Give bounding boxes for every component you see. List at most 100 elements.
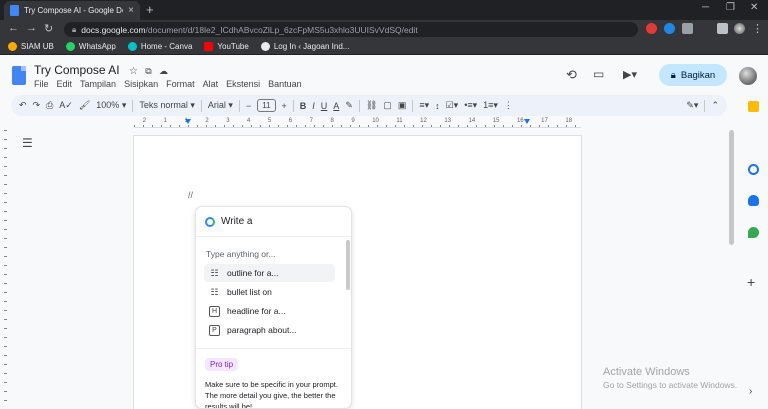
more-icon[interactable]: ⋮ (504, 100, 513, 111)
image-icon[interactable]: ▣ (398, 100, 407, 111)
comment-icon[interactable]: ▢ (383, 100, 392, 111)
lock-icon: 🔒︎ (72, 24, 77, 34)
add-addon-icon[interactable]: + (747, 274, 755, 290)
spellcheck-icon[interactable]: A✓ (59, 100, 73, 111)
collapse-icon[interactable]: ⌃ (711, 100, 719, 111)
minimize-icon[interactable]: ─ (702, 2, 709, 13)
browser-menu-icon[interactable]: ⋮ (752, 22, 763, 35)
menu-format[interactable]: Format (166, 79, 195, 89)
profile-avatar-icon[interactable] (734, 23, 745, 34)
outline-list-icon[interactable]: ☰ (22, 136, 33, 150)
editing-mode-icon[interactable]: ✎▾ (686, 100, 698, 111)
bookmark-youtube[interactable]: YouTube (204, 42, 249, 51)
back-icon[interactable]: ← (8, 22, 19, 34)
extension-red-icon[interactable] (646, 23, 657, 34)
bullet-list-icon: ☷ (210, 286, 219, 297)
menu-bantuan[interactable]: Bantuan (268, 79, 302, 89)
account-avatar[interactable] (739, 67, 757, 85)
cloud-status-icon: ☁ (159, 66, 169, 76)
extension-blue-icon[interactable] (664, 23, 675, 34)
bookmark-siam-ub[interactable]: SIAM UB (8, 42, 54, 51)
tab-close-icon[interactable]: × (128, 5, 134, 16)
italic-icon[interactable]: I (312, 101, 315, 111)
highlight-icon[interactable]: ✎ (345, 100, 353, 111)
numbered-list-icon[interactable]: 1≡▾ (483, 100, 498, 111)
text-color-icon[interactable]: A (333, 101, 339, 111)
redo-icon[interactable]: ↷ (33, 100, 41, 111)
ruler-number: 4 (247, 118, 251, 124)
divider (358, 99, 360, 112)
protip-badge: Pro tip (205, 358, 239, 371)
bookmark-whatsapp[interactable]: WhatsApp (65, 42, 116, 51)
font-select[interactable]: Arial ▾ (208, 100, 233, 111)
zoom-select[interactable]: 100% ▾ (96, 100, 126, 111)
activate-windows-title: Activate Windows (603, 366, 690, 378)
reload-icon[interactable]: ↻ (44, 22, 53, 35)
document-scrollbar[interactable] (729, 130, 734, 245)
checklist-icon[interactable]: ☑▾ (446, 100, 459, 111)
compose-scrollbar[interactable] (346, 240, 350, 290)
divider (196, 348, 351, 349)
align-icon[interactable]: ≡▾ (419, 100, 429, 111)
vertical-ruler[interactable] (0, 130, 8, 409)
bookmark-jagoan[interactable]: Log In ‹ Jagoan Ind... (260, 42, 349, 51)
close-window-icon[interactable]: ✕ (750, 2, 758, 13)
ruler-number: 14 (468, 118, 476, 124)
meet-icon[interactable]: ▶▾ (623, 68, 637, 81)
menu-alat[interactable]: Alat (203, 79, 219, 89)
browser-tab[interactable]: Try Compose AI - Google Dokum × (4, 1, 140, 20)
history-icon[interactable]: ⟲ (566, 67, 577, 83)
divider (412, 99, 414, 112)
divider (704, 99, 706, 112)
share-button[interactable]: 🔒︎ Bagikan (659, 64, 727, 86)
forward-icon[interactable]: → (26, 22, 37, 34)
ruler-number: 16 (516, 118, 524, 124)
bullet-list-icon[interactable]: •≡▾ (464, 100, 477, 111)
canva-icon (127, 42, 137, 51)
wordpress-icon (260, 42, 270, 51)
ruler-numbers: 2 1 1 2 3 4 5 6 7 8 9 10 11 12 13 14 15 16 17 18 (134, 118, 581, 126)
comments-icon[interactable]: ▭ (593, 67, 604, 81)
underline-icon[interactable]: U (321, 101, 328, 111)
option-headline[interactable]: H headline for a... (204, 302, 335, 320)
document-title[interactable]: Try Compose AI ☆ ⧉ ☁ (34, 63, 168, 77)
option-outline[interactable]: ☷ outline for a... (204, 264, 335, 282)
star-icon[interactable]: ☆ (129, 66, 138, 77)
paint-format-icon[interactable]: 🖌︎ (79, 100, 90, 111)
menu-file[interactable]: File (34, 79, 49, 89)
maximize-icon[interactable]: ❐ (726, 2, 735, 13)
move-folder-icon[interactable]: ⧉ (145, 66, 151, 76)
side-panel-icon[interactable] (717, 23, 728, 34)
menu-edit[interactable]: Edit (57, 79, 73, 89)
side-panel (740, 95, 768, 409)
menu-sisipkan[interactable]: Sisipkan (124, 79, 158, 89)
option-bullet-list[interactable]: ☷ bullet list on (204, 283, 335, 301)
contacts-icon[interactable] (748, 195, 759, 206)
address-bar[interactable]: 🔒︎ docs.google.com/document/d/18le2_ICdh… (64, 22, 638, 37)
new-tab-button[interactable]: + (146, 2, 154, 17)
ruler-number: 11 (396, 118, 403, 124)
keep-icon[interactable] (748, 101, 759, 112)
docs-logo-icon[interactable] (12, 66, 26, 85)
line-spacing-icon[interactable]: ↕ (435, 101, 440, 111)
prompt-input[interactable]: Type anything or... (196, 237, 351, 263)
expand-panel-icon[interactable]: › (749, 386, 752, 397)
option-paragraph[interactable]: P paragraph about... (204, 321, 335, 339)
divider (132, 99, 134, 112)
style-select[interactable]: Teks normal ▾ (139, 100, 195, 111)
ruler-number: 9 (351, 118, 355, 124)
increase-font-icon[interactable]: + (282, 101, 287, 111)
undo-icon[interactable]: ↶ (19, 100, 27, 111)
ruler-number: 18 (565, 118, 573, 124)
print-icon[interactable]: ⎙ (46, 100, 53, 111)
maps-icon[interactable] (748, 227, 759, 238)
link-icon[interactable]: ⛓ (366, 100, 377, 111)
decrease-font-icon[interactable]: − (246, 101, 251, 111)
bookmark-canva[interactable]: Home - Canva (127, 42, 192, 51)
font-size-input[interactable]: 11 (257, 99, 276, 112)
bold-icon[interactable]: B (300, 101, 307, 111)
extensions-puzzle-icon[interactable] (682, 23, 693, 34)
menu-ekstensi[interactable]: Ekstensi (226, 79, 260, 89)
menu-tampilan[interactable]: Tampilan (80, 79, 116, 89)
tasks-icon[interactable] (748, 164, 759, 175)
